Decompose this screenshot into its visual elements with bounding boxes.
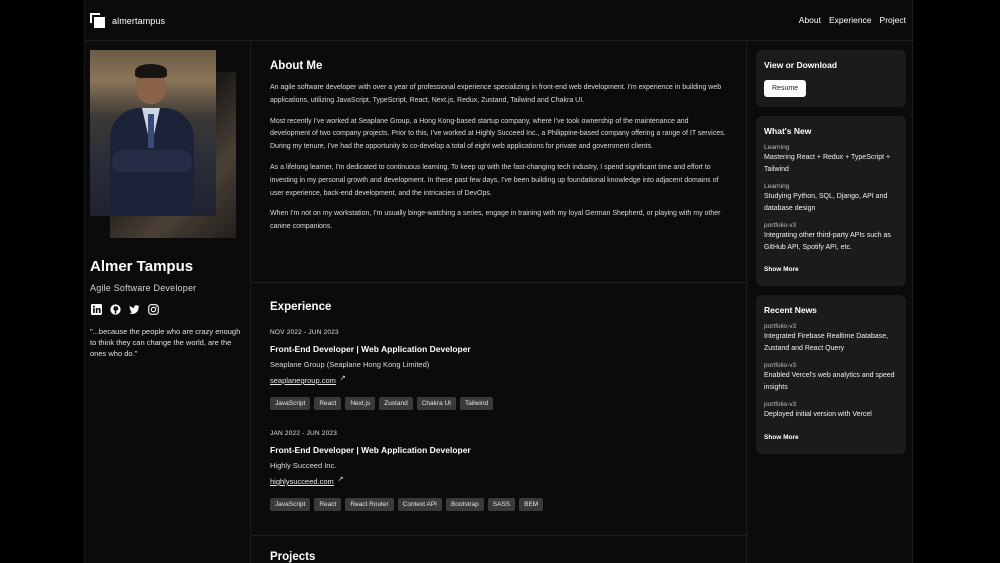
news-tag: Learning (764, 183, 790, 190)
right-sidebar: View or Download Resume What's New Learn… (756, 50, 906, 463)
tech-tag: Chakra UI (416, 397, 456, 410)
tech-tag: Zustand (379, 397, 413, 410)
tech-tag: React (314, 397, 342, 410)
experience-company: Highly Succeed Inc. (270, 461, 337, 470)
tech-tag: Context API (397, 498, 442, 511)
social-links (91, 304, 159, 315)
download-title: View or Download (764, 60, 838, 70)
list-item: portfolio-v3 Enabled Vercel's web analyt… (764, 362, 898, 393)
about-title: About Me (270, 60, 323, 72)
tech-tag: React (314, 498, 342, 511)
experience-role: Front-End Developer | Web Application De… (270, 445, 471, 455)
profile-role: Agile Software Developer (90, 283, 197, 293)
experience-role: Front-End Developer | Web Application De… (270, 344, 471, 354)
nav-experience[interactable]: Experience (829, 15, 872, 25)
tech-tags: JavaScript React React Router Context AP… (270, 498, 730, 511)
section-divider (251, 282, 748, 283)
whats-new-show-more-button[interactable]: Show More (764, 266, 799, 273)
recent-news-show-more-button[interactable]: Show More (764, 434, 799, 441)
tech-tag: BEM (519, 498, 544, 511)
tech-tag: SASS (487, 498, 516, 511)
news-tag: portfolio-v3 (764, 222, 797, 229)
experience-date: NOV 2022 - JUN 2023 (270, 329, 339, 336)
news-tag: portfolio-v3 (764, 401, 797, 408)
news-text: Integrated Firebase Realtime Database, Z… (764, 333, 889, 352)
tech-tag: Bootstrap (445, 498, 484, 511)
about-section: About Me An agile software developer wit… (270, 60, 730, 242)
news-text: Mastering React + Redux + TypeScript + T… (764, 154, 891, 173)
news-tag: portfolio-v3 (764, 323, 797, 330)
resume-button[interactable]: Resume (764, 80, 807, 97)
experience-date: JAN 2022 - JUN 2023 (270, 430, 338, 437)
experience-link[interactable]: highlysucceed.com ↗ (270, 475, 344, 486)
recent-news-title: Recent News (764, 305, 817, 315)
download-card: View or Download Resume (756, 50, 906, 107)
tech-tags: JavaScript React Next.js Zustand Chakra … (270, 397, 730, 410)
logo-text: almertampus (112, 15, 166, 26)
instagram-icon[interactable] (148, 304, 159, 315)
nav-about[interactable]: About (799, 15, 821, 25)
section-divider (251, 535, 748, 536)
list-item: Learning Studying Python, SQL, Django, A… (764, 183, 898, 214)
profile-quote: "...because the people who are crazy eno… (90, 327, 241, 358)
projects-title: Projects (270, 551, 316, 563)
profile-column: Almer Tampus Agile Software Developer ".… (85, 42, 249, 563)
list-item: portfolio-v3 Integrating other third-par… (764, 222, 898, 253)
list-item: portfolio-v3 Deployed initial version wi… (764, 401, 898, 421)
twitter-icon[interactable] (129, 304, 140, 315)
experience-item: JAN 2022 - JUN 2023 Front-End Developer … (270, 430, 730, 511)
profile-photo (90, 50, 236, 238)
tech-tag: JavaScript (270, 397, 311, 410)
profile-name: Almer Tampus (90, 258, 194, 275)
list-item: Learning Mastering React + Redux + TypeS… (764, 144, 898, 175)
tech-tag: Tailwind (459, 397, 494, 410)
news-text: Studying Python, SQL, Django, API and da… (764, 193, 888, 212)
main-content: About Me An agile software developer wit… (250, 42, 748, 563)
about-paragraph: When I'm not on my workstation, I'm usua… (270, 210, 721, 231)
tech-tag: React Router (345, 498, 394, 511)
experience-link[interactable]: seaplanegroup.com ↗ (270, 374, 346, 385)
nav-project[interactable]: Project (880, 15, 906, 25)
list-item: portfolio-v3 Integrated Firebase Realtim… (764, 323, 898, 354)
top-header: almertampus About Experience Project (85, 0, 914, 41)
about-paragraph: As a lifelong learner, I'm dedicated to … (270, 163, 719, 197)
whats-new-card: What's New Learning Mastering React + Re… (756, 116, 906, 286)
news-text: Enabled Vercel's web analytics and speed… (764, 372, 895, 391)
experience-company: Seaplane Group (Seaplane Hong Kong Limit… (270, 360, 430, 369)
news-tag: portfolio-v3 (764, 362, 797, 369)
recent-news-card: Recent News portfolio-v3 Integrated Fire… (756, 295, 906, 454)
linkedin-icon[interactable] (91, 304, 102, 315)
external-link-icon: ↗ (337, 476, 344, 483)
about-paragraph: An agile software developer with over a … (270, 84, 722, 104)
site-logo[interactable]: almertampus (90, 13, 165, 28)
page-frame: almertampus About Experience Project Alm… (84, 0, 914, 563)
github-icon[interactable] (110, 304, 121, 315)
experience-title: Experience (270, 301, 332, 313)
external-link-icon: ↗ (339, 375, 346, 382)
about-paragraph: Most recently I've worked at Seaplane Gr… (270, 117, 726, 151)
news-text: Integrating other third-party APIs such … (764, 232, 891, 251)
main-nav: About Experience Project (799, 15, 906, 25)
tech-tag: JavaScript (270, 498, 311, 511)
experience-item: NOV 2022 - JUN 2023 Front-End Developer … (270, 329, 730, 410)
tech-tag: Next.js (345, 397, 376, 410)
logo-icon (90, 13, 105, 28)
news-tag: Learning (764, 144, 790, 151)
whats-new-title: What's New (764, 126, 812, 136)
experience-section: Experience NOV 2022 - JUN 2023 Front-End… (270, 301, 730, 511)
news-text: Deployed initial version with Vercel (764, 411, 872, 418)
